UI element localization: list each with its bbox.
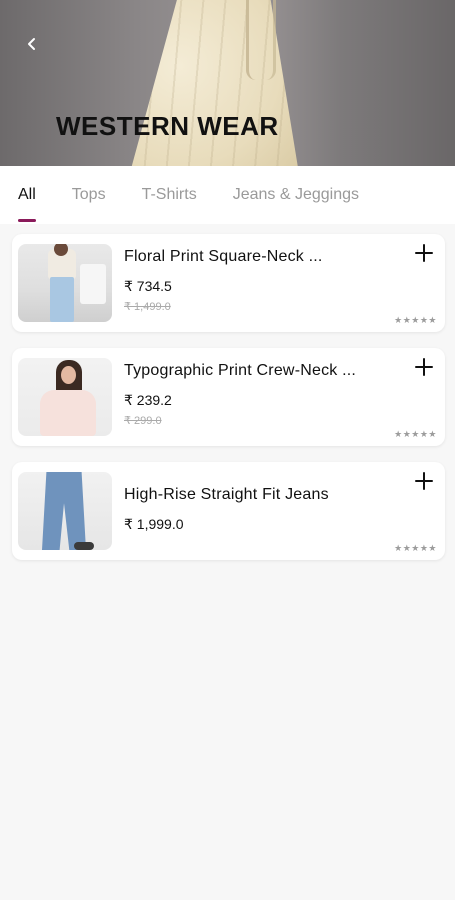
rating-stars: ★★★★★ <box>394 315 437 325</box>
banner-image-tie <box>246 0 276 80</box>
page-title: WESTERN WEAR <box>56 111 279 141</box>
rating-stars: ★★★★★ <box>394 429 437 439</box>
product-mrp: ₹ 1,499.0 <box>124 301 171 313</box>
plus-icon <box>413 244 435 268</box>
plus-icon <box>413 358 435 382</box>
tab-t-shirts[interactable]: T-Shirts <box>142 166 197 224</box>
product-image <box>18 472 112 550</box>
product-card[interactable]: Floral Print Square-Neck ... ₹ 734.5 ₹ 1… <box>12 234 445 332</box>
product-card[interactable]: Typographic Print Crew-Neck ... ₹ 239.2 … <box>12 348 445 446</box>
product-price: ₹ 1,999.0 <box>124 516 184 532</box>
product-price: ₹ 734.5 <box>124 278 172 294</box>
product-name: High-Rise Straight Fit Jeans <box>124 486 329 503</box>
product-mrp: ₹ 299.0 <box>124 415 162 427</box>
product-image <box>18 358 112 436</box>
add-to-cart-button[interactable] <box>413 242 435 264</box>
product-card[interactable]: High-Rise Straight Fit Jeans ₹ 1,999.0 ★… <box>12 462 445 560</box>
plus-icon <box>413 472 435 496</box>
product-price: ₹ 239.2 <box>124 392 172 408</box>
product-list: Floral Print Square-Neck ... ₹ 734.5 ₹ 1… <box>0 224 455 560</box>
add-to-cart-button[interactable] <box>413 470 435 492</box>
tab-jeans-jeggings[interactable]: Jeans & Jeggings <box>233 166 359 224</box>
product-image <box>18 244 112 322</box>
back-button[interactable] <box>18 32 46 60</box>
product-name: Typographic Print Crew-Neck ... <box>124 362 357 379</box>
chevron-left-icon <box>25 37 39 56</box>
rating-stars: ★★★★★ <box>394 543 437 553</box>
category-banner: WESTERN WEAR <box>0 0 455 166</box>
add-to-cart-button[interactable] <box>413 356 435 378</box>
tab-all[interactable]: All <box>18 166 36 224</box>
product-name: Floral Print Square-Neck ... <box>124 248 323 265</box>
category-tabs: All Tops T-Shirts Jeans & Jeggings <box>0 166 455 224</box>
tab-tops[interactable]: Tops <box>72 166 106 224</box>
